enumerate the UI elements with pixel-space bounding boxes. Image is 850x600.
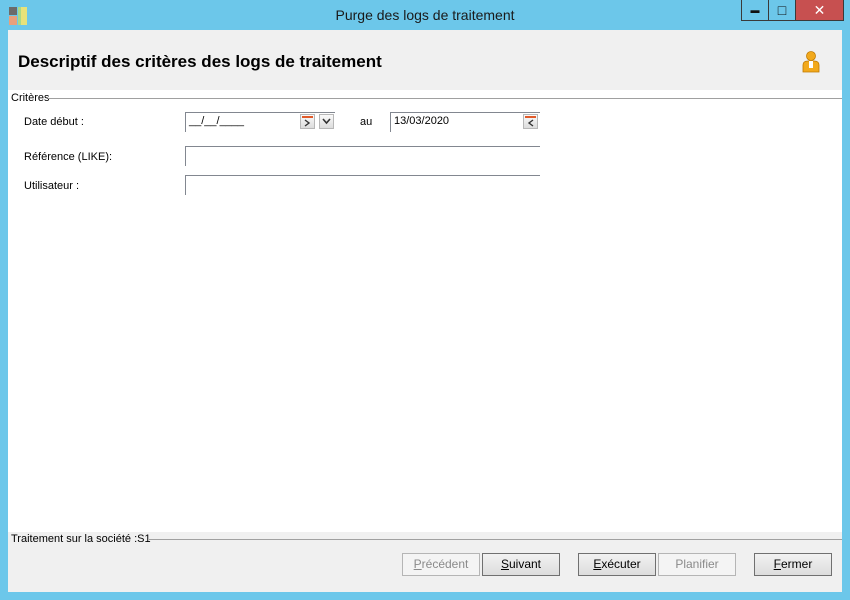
precedent-mnemonic: P (413, 557, 422, 571)
executer-label: xécuter (601, 557, 641, 571)
precedent-label: récédent (421, 557, 469, 571)
calendar-next-icon (302, 116, 313, 127)
planifier-button[interactable]: Planifier (658, 553, 736, 576)
utilisateur-label: Utilisateur : (24, 180, 80, 192)
date-fin-value: 13/03/2020 (394, 115, 450, 127)
fermer-label: ermer (781, 557, 813, 571)
suivant-label: uivant (508, 557, 542, 571)
client-area: Descriptif des critères des logs de trai… (8, 30, 842, 592)
page-title: Descriptif des critères des logs de trai… (18, 52, 382, 71)
planifier-label: Planifier (675, 557, 719, 571)
date-debut-picker-button[interactable] (300, 114, 315, 129)
fermer-button[interactable]: Fermer (754, 553, 832, 576)
reference-label: Référence (LIKE): (24, 151, 113, 163)
chevron-down-icon (322, 118, 331, 125)
window-controls: ▬ □ ✕ (741, 0, 844, 22)
header-band: Descriptif des critères des logs de trai… (8, 30, 842, 90)
title-bar[interactable]: Purge des logs de traitement ▬ □ ✕ (0, 0, 850, 30)
executer-button[interactable]: Exécuter (578, 553, 656, 576)
date-debut-dropdown-button[interactable] (319, 114, 334, 129)
suivant-button[interactable]: Suivant (482, 553, 560, 576)
close-icon: ✕ (813, 1, 826, 18)
calendar-prev-icon (525, 116, 536, 127)
au-label: au (360, 116, 373, 128)
suivant-mnemonic: S (500, 557, 509, 571)
precedent-button[interactable]: Précédent (402, 553, 480, 576)
close-button[interactable]: ✕ (796, 0, 844, 21)
fermer-mnemonic: F (773, 557, 781, 571)
date-debut-value: __/__/____ (189, 115, 245, 127)
maximize-button[interactable]: □ (769, 0, 796, 21)
application-window: Purge des logs de traitement ▬ □ ✕ Descr… (0, 0, 850, 600)
criteria-group-label: Critères (11, 92, 50, 104)
reference-input[interactable] (185, 146, 540, 166)
societe-label: Traitement sur la société :S1 (11, 533, 151, 545)
date-debut-label: Date début : (24, 116, 84, 128)
utilisateur-input[interactable] (185, 175, 540, 195)
maximize-icon: □ (777, 2, 787, 18)
user-icon (802, 51, 820, 73)
date-fin-picker-button[interactable] (523, 114, 538, 129)
minimize-icon: ▬ (750, 5, 760, 15)
date-fin-field[interactable]: 13/03/2020 (390, 112, 540, 132)
minimize-button[interactable]: ▬ (741, 0, 769, 21)
criteria-group-divider (48, 98, 842, 99)
footer-divider (149, 539, 842, 540)
window-title: Purge des logs de traitement (335, 7, 515, 23)
